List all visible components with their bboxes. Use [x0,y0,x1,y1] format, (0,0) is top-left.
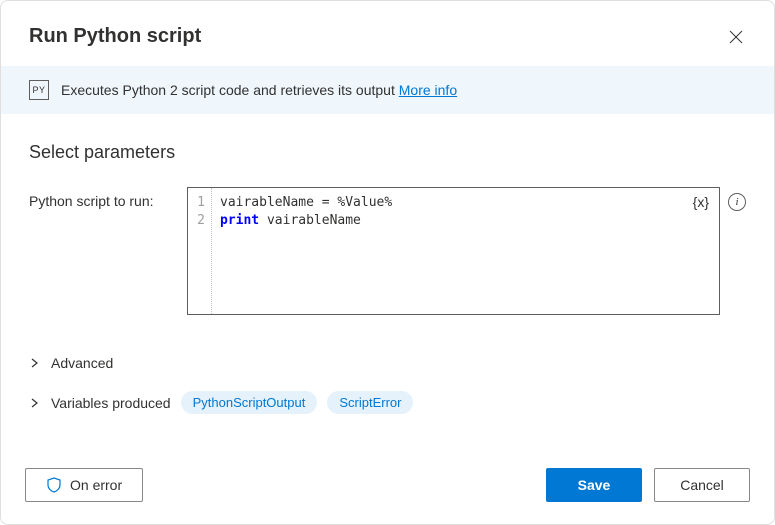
variables-produced-label: Variables produced [51,395,171,411]
script-input[interactable]: 1 2 vairableName = %Value% print vairabl… [187,187,720,315]
insert-variable-button[interactable]: {x} [693,194,709,210]
chevron-right-icon [29,357,41,369]
code-gutter: 1 2 [188,188,212,314]
param-label-script: Python script to run: [29,187,179,209]
shield-icon [46,477,62,493]
more-info-link[interactable]: More info [399,82,457,98]
info-text: Executes Python 2 script code and retrie… [61,82,399,98]
on-error-button[interactable]: On error [25,468,143,502]
python-icon: PY [29,80,49,100]
chevron-right-icon [29,397,41,409]
tag-script-error[interactable]: ScriptError [327,391,413,414]
on-error-label: On error [70,477,122,493]
section-title: Select parameters [29,142,746,163]
advanced-expander[interactable]: Advanced [29,345,746,381]
variables-produced-expander[interactable]: Variables produced PythonScriptOutput Sc… [29,381,746,424]
cancel-button[interactable]: Cancel [654,468,750,502]
info-bar: PY Executes Python 2 script code and ret… [1,66,774,114]
close-icon [729,30,743,44]
tag-python-output[interactable]: PythonScriptOutput [181,391,318,414]
code-body[interactable]: vairableName = %Value% print vairableNam… [212,188,400,314]
close-button[interactable] [726,27,746,47]
advanced-label: Advanced [51,355,113,371]
save-button[interactable]: Save [546,468,642,502]
info-icon[interactable]: i [728,193,746,211]
dialog-title: Run Python script [29,25,201,48]
